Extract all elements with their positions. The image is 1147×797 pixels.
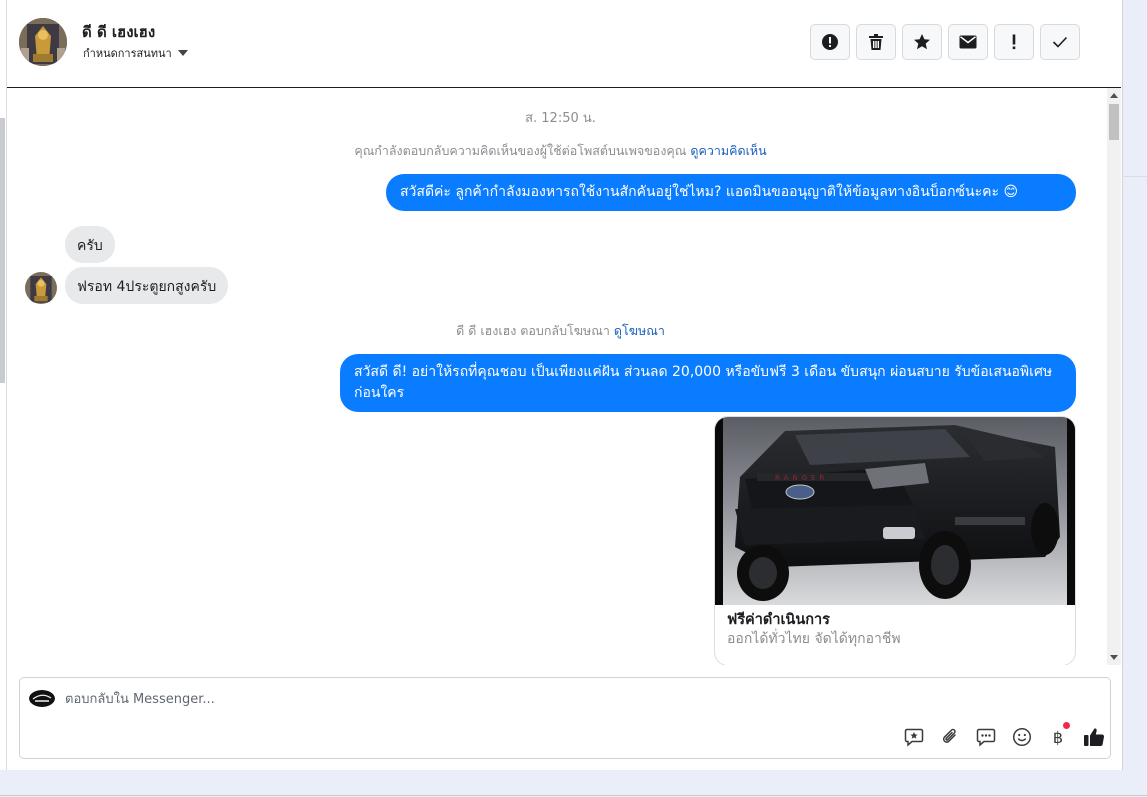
thread-scrollbar[interactable] [1107,88,1121,665]
scroll-thumb[interactable] [1109,104,1119,140]
scroll-down-arrow[interactable] [1110,655,1118,660]
reply-composer: ฿ [19,677,1111,759]
envelope-icon [959,35,977,49]
attach-button[interactable] [932,724,968,750]
ad-card[interactable]: RANGER ฟรีค่าดำเนินการ ออกได้ทั่วไทย จัด… [714,416,1076,665]
star-button[interactable] [902,24,942,60]
exclamation-icon [1012,34,1016,50]
system-notice-ad: ดี ดี เฮงเฮง ตอบกลับโฆษณา ดูโฆษณา [7,321,1107,341]
svg-text:RANGER: RANGER [775,474,828,482]
saved-reply-button[interactable] [896,724,932,750]
outgoing-message[interactable]: สวัสดี ดี! อย่าให้รถที่คุณชอบ เป็นเพียงแ… [340,354,1076,412]
smiley-icon [1012,727,1032,747]
system-notice-text: ดี ดี เฮงเฮง ตอบกลับโฆษณา [456,323,610,338]
mark-unread-button[interactable] [948,24,988,60]
mark-spam-button[interactable] [810,24,850,60]
incoming-message[interactable]: ครับ [65,226,115,263]
reply-input[interactable] [65,687,885,711]
star-icon [914,34,930,50]
ad-card-image: RANGER [715,417,1075,605]
delete-button[interactable] [856,24,896,60]
system-notice-comment: คุณกำลังตอบกลับความคิดเห็นของผู้ใช้ต่อโพ… [7,141,1107,161]
message-thread[interactable]: ส. 12:50 น. คุณกำลังตอบกลับความคิดเห็นขอ… [7,88,1107,665]
system-notice-text: คุณกำลังตอบกลับความคิดเห็นของผู้ใช้ต่อโพ… [354,143,687,158]
chat-bubbles-icon [976,728,996,747]
assign-conversation-dropdown[interactable]: กำหนดการสนทนา [83,44,188,62]
ad-card-subtitle: ออกได้ทั่วไทย จัดได้ทุกอาชีพ [727,631,901,647]
mark-done-button[interactable] [1040,24,1080,60]
check-icon [1052,36,1068,48]
incoming-message[interactable]: ฟรอท 4ประตูยกสูงครับ [65,267,229,304]
view-ad-link[interactable]: ดูโฆษณา [614,323,665,338]
contact-name[interactable]: ดี ดี เฮงเฮง [82,20,155,44]
trash-icon [869,34,883,50]
conversation-header: ดี ดี เฮงเฮง กำหนดการสนทนา [7,0,1121,88]
view-comment-link[interactable]: ดูความคิดเห็น [690,143,766,158]
alert-circle-icon [822,34,838,50]
notification-dot [1063,722,1070,729]
chevron-down-icon[interactable] [177,50,188,56]
thumbs-up-icon [1084,728,1105,747]
emoji-button[interactable] [1004,724,1040,750]
page-divider [1122,176,1147,177]
scroll-up-arrow[interactable] [1110,93,1118,98]
follow-up-button[interactable] [994,24,1034,60]
contact-avatar[interactable] [19,18,67,66]
payment-button[interactable]: ฿ [1040,722,1076,750]
like-button[interactable] [1076,724,1112,750]
baht-icon: ฿ [1052,727,1064,747]
outgoing-message[interactable]: สวัสดีค่ะ ลูกค้ากำลังมองหารถใช้งานสักคัน… [386,174,1076,211]
page-avatar [29,690,55,707]
header-actions [810,24,1080,60]
contact-avatar-small[interactable] [25,272,57,304]
saved-reply-icon [904,728,924,747]
quick-replies-button[interactable] [968,724,1004,750]
composer-toolbar: ฿ [896,722,1112,750]
assign-label: กำหนดการสนทนา [83,47,172,60]
page-divider-bottom [0,795,1147,796]
left-scrollbar[interactable] [0,118,5,383]
paperclip-icon [942,728,956,743]
message-timestamp: ส. 12:50 น. [525,111,596,126]
